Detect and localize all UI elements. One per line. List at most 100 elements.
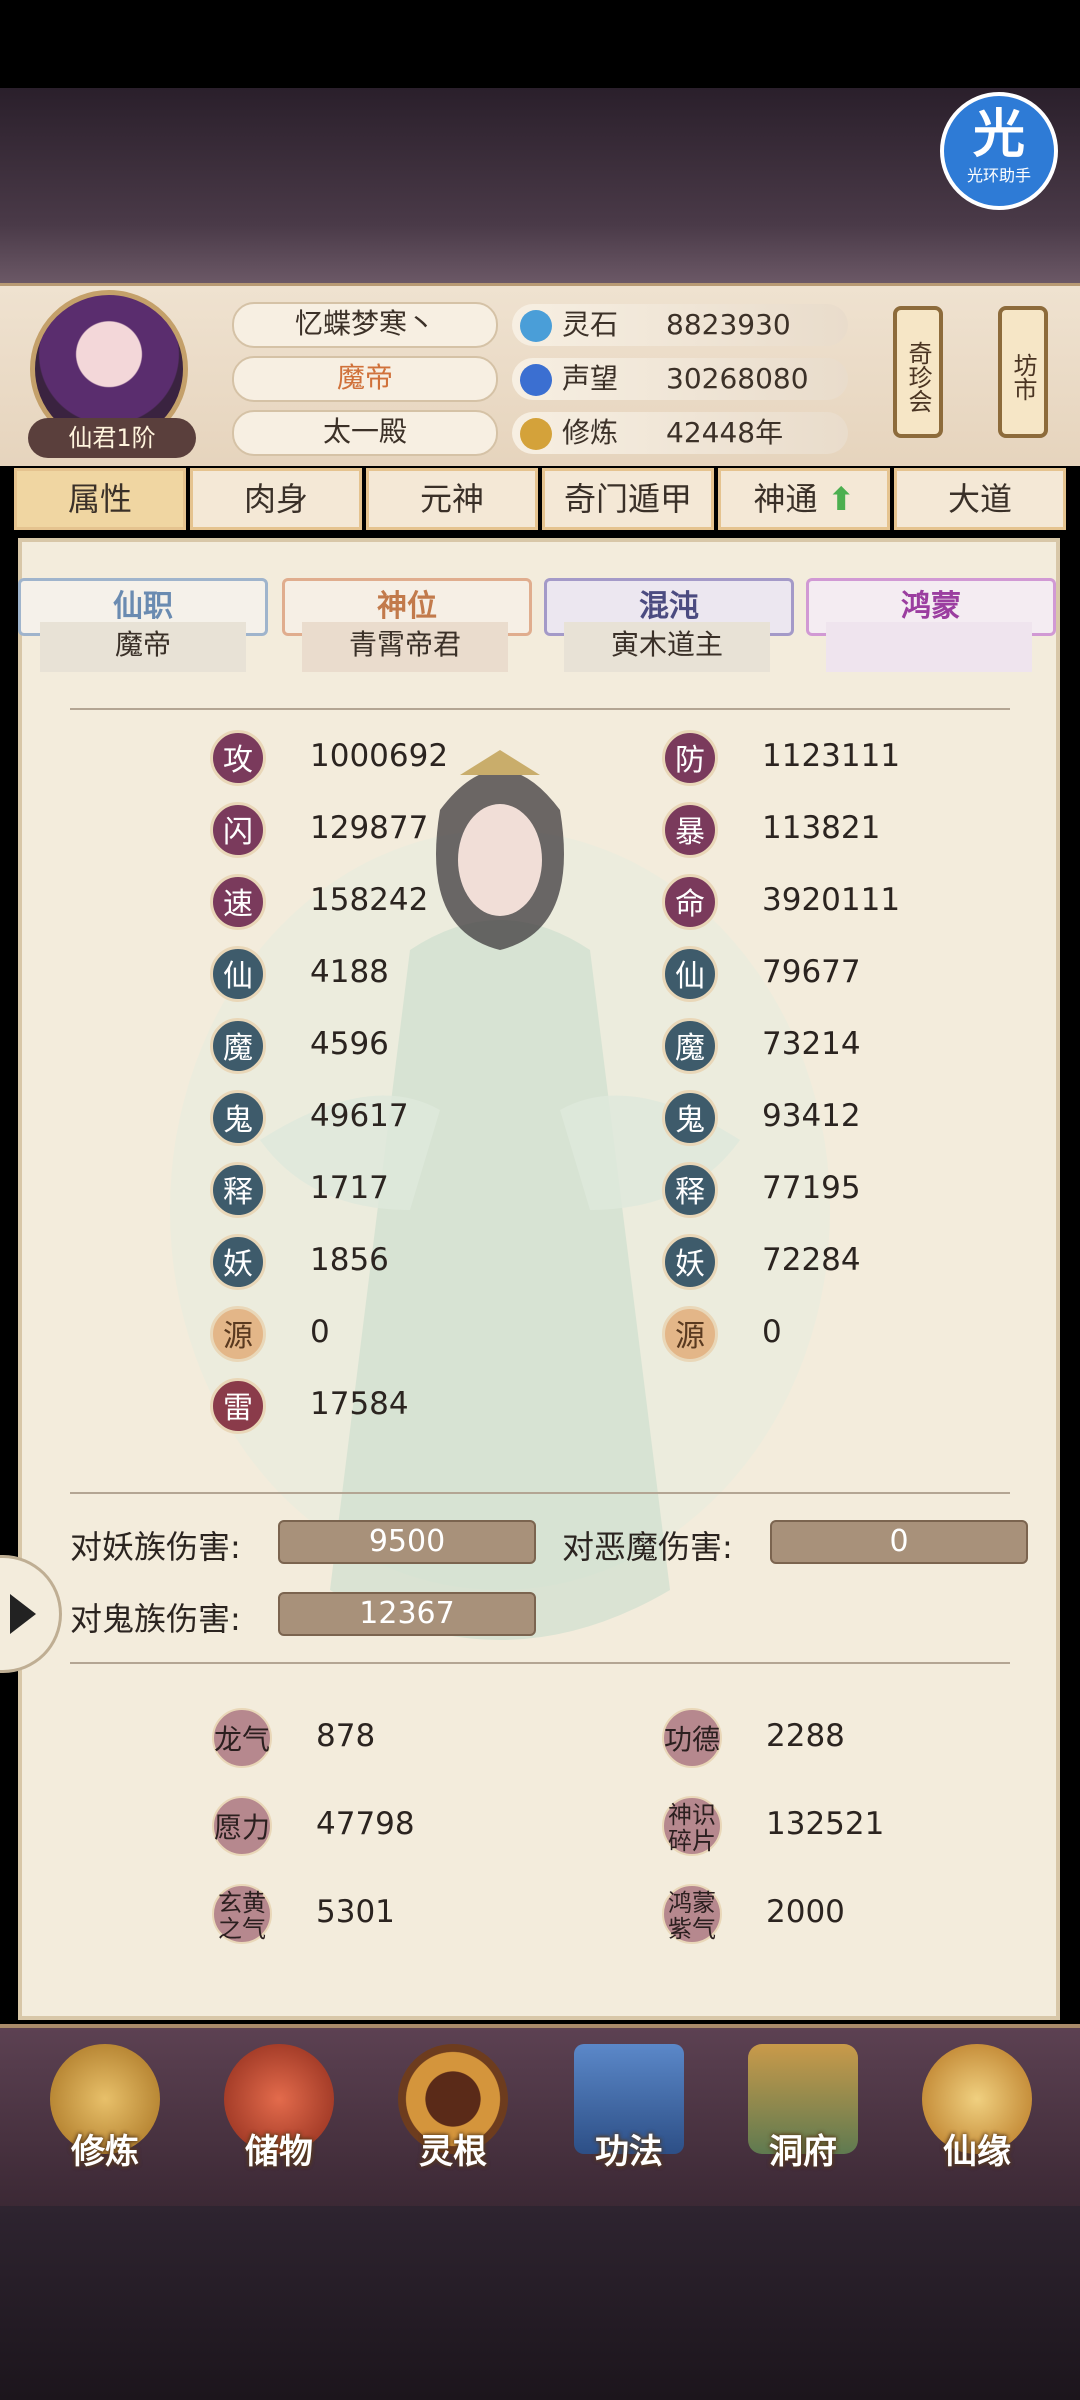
stat-defense: 防 1123111 — [662, 730, 962, 786]
stat-yao-resist: 妖 72284 — [662, 1234, 962, 1290]
divider — [70, 708, 1010, 710]
extra-merit: 功德 2288 — [662, 1708, 962, 1768]
tab-spirit[interactable]: 元神 — [366, 468, 538, 530]
stat-health: 命 3920111 — [662, 874, 962, 930]
purple-qi-icon: 鸿蒙紫气 — [662, 1884, 722, 1944]
nav-cultivate[interactable]: 修炼 — [30, 2030, 180, 2210]
thunder-icon: 雷 — [210, 1378, 266, 1434]
rank-label: 仙君1阶 — [28, 418, 196, 458]
meditation-icon — [520, 418, 552, 450]
merit-icon: 功德 — [662, 1708, 722, 1768]
stat-ghost-resist: 鬼 93412 — [662, 1090, 962, 1146]
stat-value: 4596 — [310, 1026, 389, 1062]
resource-value: 42448年 — [666, 416, 784, 449]
nav-label: 修炼 — [71, 2132, 139, 2172]
tab-dao[interactable]: 大道 — [894, 468, 1066, 530]
tab-attributes[interactable]: 属性 — [14, 468, 186, 530]
critical-icon: 暴 — [662, 802, 718, 858]
badge-text: 光环助手 — [966, 166, 1031, 185]
origin-icon: 源 — [210, 1306, 266, 1362]
yao-icon: 妖 — [662, 1234, 718, 1290]
stat-value: 1000692 — [310, 738, 449, 774]
dragon-qi-icon: 龙气 — [212, 1708, 272, 1768]
wish-power-icon: 愿力 — [212, 1796, 272, 1856]
extra-xuanhuang-qi: 玄黄之气 5301 — [212, 1884, 512, 1944]
buddha-icon: 释 — [210, 1162, 266, 1218]
stat-value: 1123111 — [762, 738, 901, 774]
bottom-background — [0, 2206, 1080, 2400]
stat-demon-resist: 魔 73214 — [662, 1018, 962, 1074]
tab-qimen[interactable]: 奇门遁甲 — [542, 468, 714, 530]
stat-buddha-resist: 释 77195 — [662, 1162, 962, 1218]
resource-cultivation: 修炼 42448年 — [512, 412, 848, 454]
immortal-icon: 仙 — [210, 946, 266, 1002]
nav-technique[interactable]: 功法 — [554, 2030, 704, 2210]
tab-body[interactable]: 肉身 — [190, 468, 362, 530]
stat-value: 72284 — [762, 1242, 861, 1278]
stat-origin-resist: 源0 — [662, 1306, 962, 1362]
extra-value: 878 — [316, 1718, 376, 1754]
extra-value: 5301 — [316, 1894, 395, 1930]
stat-demon-attack: 魔 4596 — [210, 1018, 510, 1074]
tab-bar: 属性 肉身 元神 奇门遁甲 神通 ⬆ 大道 — [14, 468, 1066, 530]
xuanhuang-qi-icon: 玄黄之气 — [212, 1884, 272, 1944]
damage-value: 9500 — [278, 1520, 536, 1564]
tab-label: 神通 — [753, 480, 818, 518]
extra-value: 2288 — [766, 1718, 845, 1754]
stat-yao-attack: 妖 1856 — [210, 1234, 510, 1290]
nav-label: 储物 — [245, 2132, 313, 2172]
extra-hongmeng-purple-qi: 鸿蒙紫气 2000 — [662, 1884, 962, 1944]
dodge-icon: 闪 — [210, 802, 266, 858]
resource-label: 修炼 — [562, 416, 619, 449]
stat-ghost-attack: 鬼 49617 — [210, 1090, 510, 1146]
nav-spirit-root[interactable]: 灵根 — [378, 2030, 528, 2210]
nav-storage[interactable]: 储物 — [204, 2030, 354, 2210]
yao-icon: 妖 — [210, 1234, 266, 1290]
resource-spirit-stone: 灵石 8823930 — [512, 304, 848, 346]
nav-label: 灵根 — [419, 2132, 487, 2172]
stat-value: 113821 — [762, 810, 881, 846]
damage-label: 对恶魔伤害: — [562, 1528, 733, 1566]
tab-divine-power[interactable]: 神通 ⬆ — [718, 468, 890, 530]
position-value — [826, 622, 1032, 672]
stat-critical: 暴 113821 — [662, 802, 962, 858]
attack-icon: 攻 — [210, 730, 266, 786]
divider — [70, 1492, 1010, 1494]
extra-divine-sense-shard: 神识碎片 132521 — [662, 1796, 962, 1856]
nav-cave[interactable]: 洞府 — [728, 2030, 878, 2210]
ghost-icon: 鬼 — [210, 1090, 266, 1146]
origin-icon: 源 — [662, 1306, 718, 1362]
player-sect: 太一殿 — [232, 410, 498, 456]
damage-label: 对妖族伤害: — [70, 1528, 241, 1566]
top-banner — [0, 88, 1080, 283]
player-name: 忆蝶梦寒丶 — [232, 302, 498, 348]
immortal-icon: 仙 — [662, 946, 718, 1002]
demon-icon: 魔 — [662, 1018, 718, 1074]
stat-value: 129877 — [310, 810, 429, 846]
stat-value: 158242 — [310, 882, 429, 918]
stat-value: 73214 — [762, 1026, 861, 1062]
extra-value: 132521 — [766, 1806, 885, 1842]
stat-value: 1856 — [310, 1242, 389, 1278]
stat-value: 49617 — [310, 1098, 409, 1134]
position-value: 寅木道主 — [564, 622, 770, 672]
resource-value: 8823930 — [666, 308, 791, 341]
health-icon: 命 — [662, 874, 718, 930]
stat-speed: 速 158242 — [210, 874, 510, 930]
stat-value: 17584 — [310, 1386, 409, 1422]
damage-value: 12367 — [278, 1592, 536, 1636]
nav-label: 功法 — [595, 2132, 663, 2172]
nav-label: 仙缘 — [943, 2132, 1011, 2172]
divider — [70, 1662, 1010, 1664]
stat-immortal-resist: 仙 79677 — [662, 946, 962, 1002]
position-value: 青霄帝君 — [302, 622, 508, 672]
stat-value: 79677 — [762, 954, 861, 990]
resource-value: 30268080 — [666, 362, 809, 395]
treasure-fair-button[interactable]: 奇珍会 — [893, 306, 943, 438]
prestige-drop-icon — [520, 364, 552, 396]
player-title: 魔帝 — [232, 356, 498, 402]
stat-value: 77195 — [762, 1170, 861, 1206]
nav-immortal-fate[interactable]: 仙缘 — [902, 2030, 1052, 2210]
assistant-badge[interactable]: 光 光环助手 — [940, 92, 1058, 210]
market-button[interactable]: 坊市 — [998, 306, 1048, 438]
